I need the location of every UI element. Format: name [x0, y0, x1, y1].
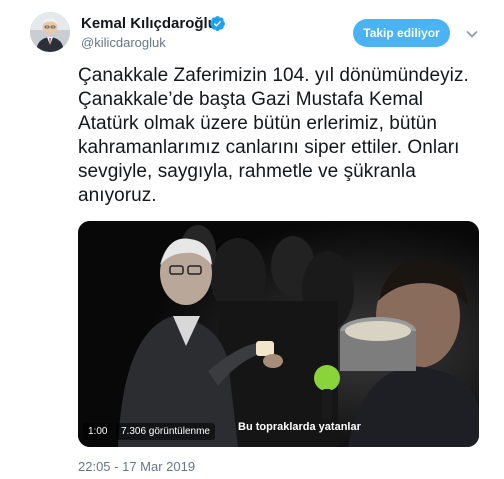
video-view-count: 7.306 görüntülenme: [116, 423, 215, 440]
tweet: Kemal Kılıçdaroğlu @kilicdarogluk Takip …: [0, 0, 504, 479]
tweet-text: Çanakkale Zaferimizin 104. yıl dönümünde…: [78, 65, 469, 206]
video-subtitle: Bu topraklarda yatanlar: [238, 421, 361, 433]
user-handle[interactable]: @kilicdarogluk: [81, 35, 166, 51]
verified-badge-icon: [209, 15, 226, 32]
video-duration: 1:00: [83, 423, 113, 440]
chevron-down-icon[interactable]: [464, 26, 480, 42]
video-frame: [78, 221, 479, 447]
avatar[interactable]: [30, 12, 70, 52]
avatar-image: [30, 12, 70, 52]
video-player[interactable]: Bu topraklarda yatanlar 1:00 7.306 görün…: [78, 221, 479, 447]
tweet-timestamp[interactable]: 22:05 - 17 Mar 2019: [78, 459, 195, 475]
display-name[interactable]: Kemal Kılıçdaroğlu: [81, 15, 217, 33]
following-button[interactable]: Takip ediliyor: [353, 19, 450, 47]
